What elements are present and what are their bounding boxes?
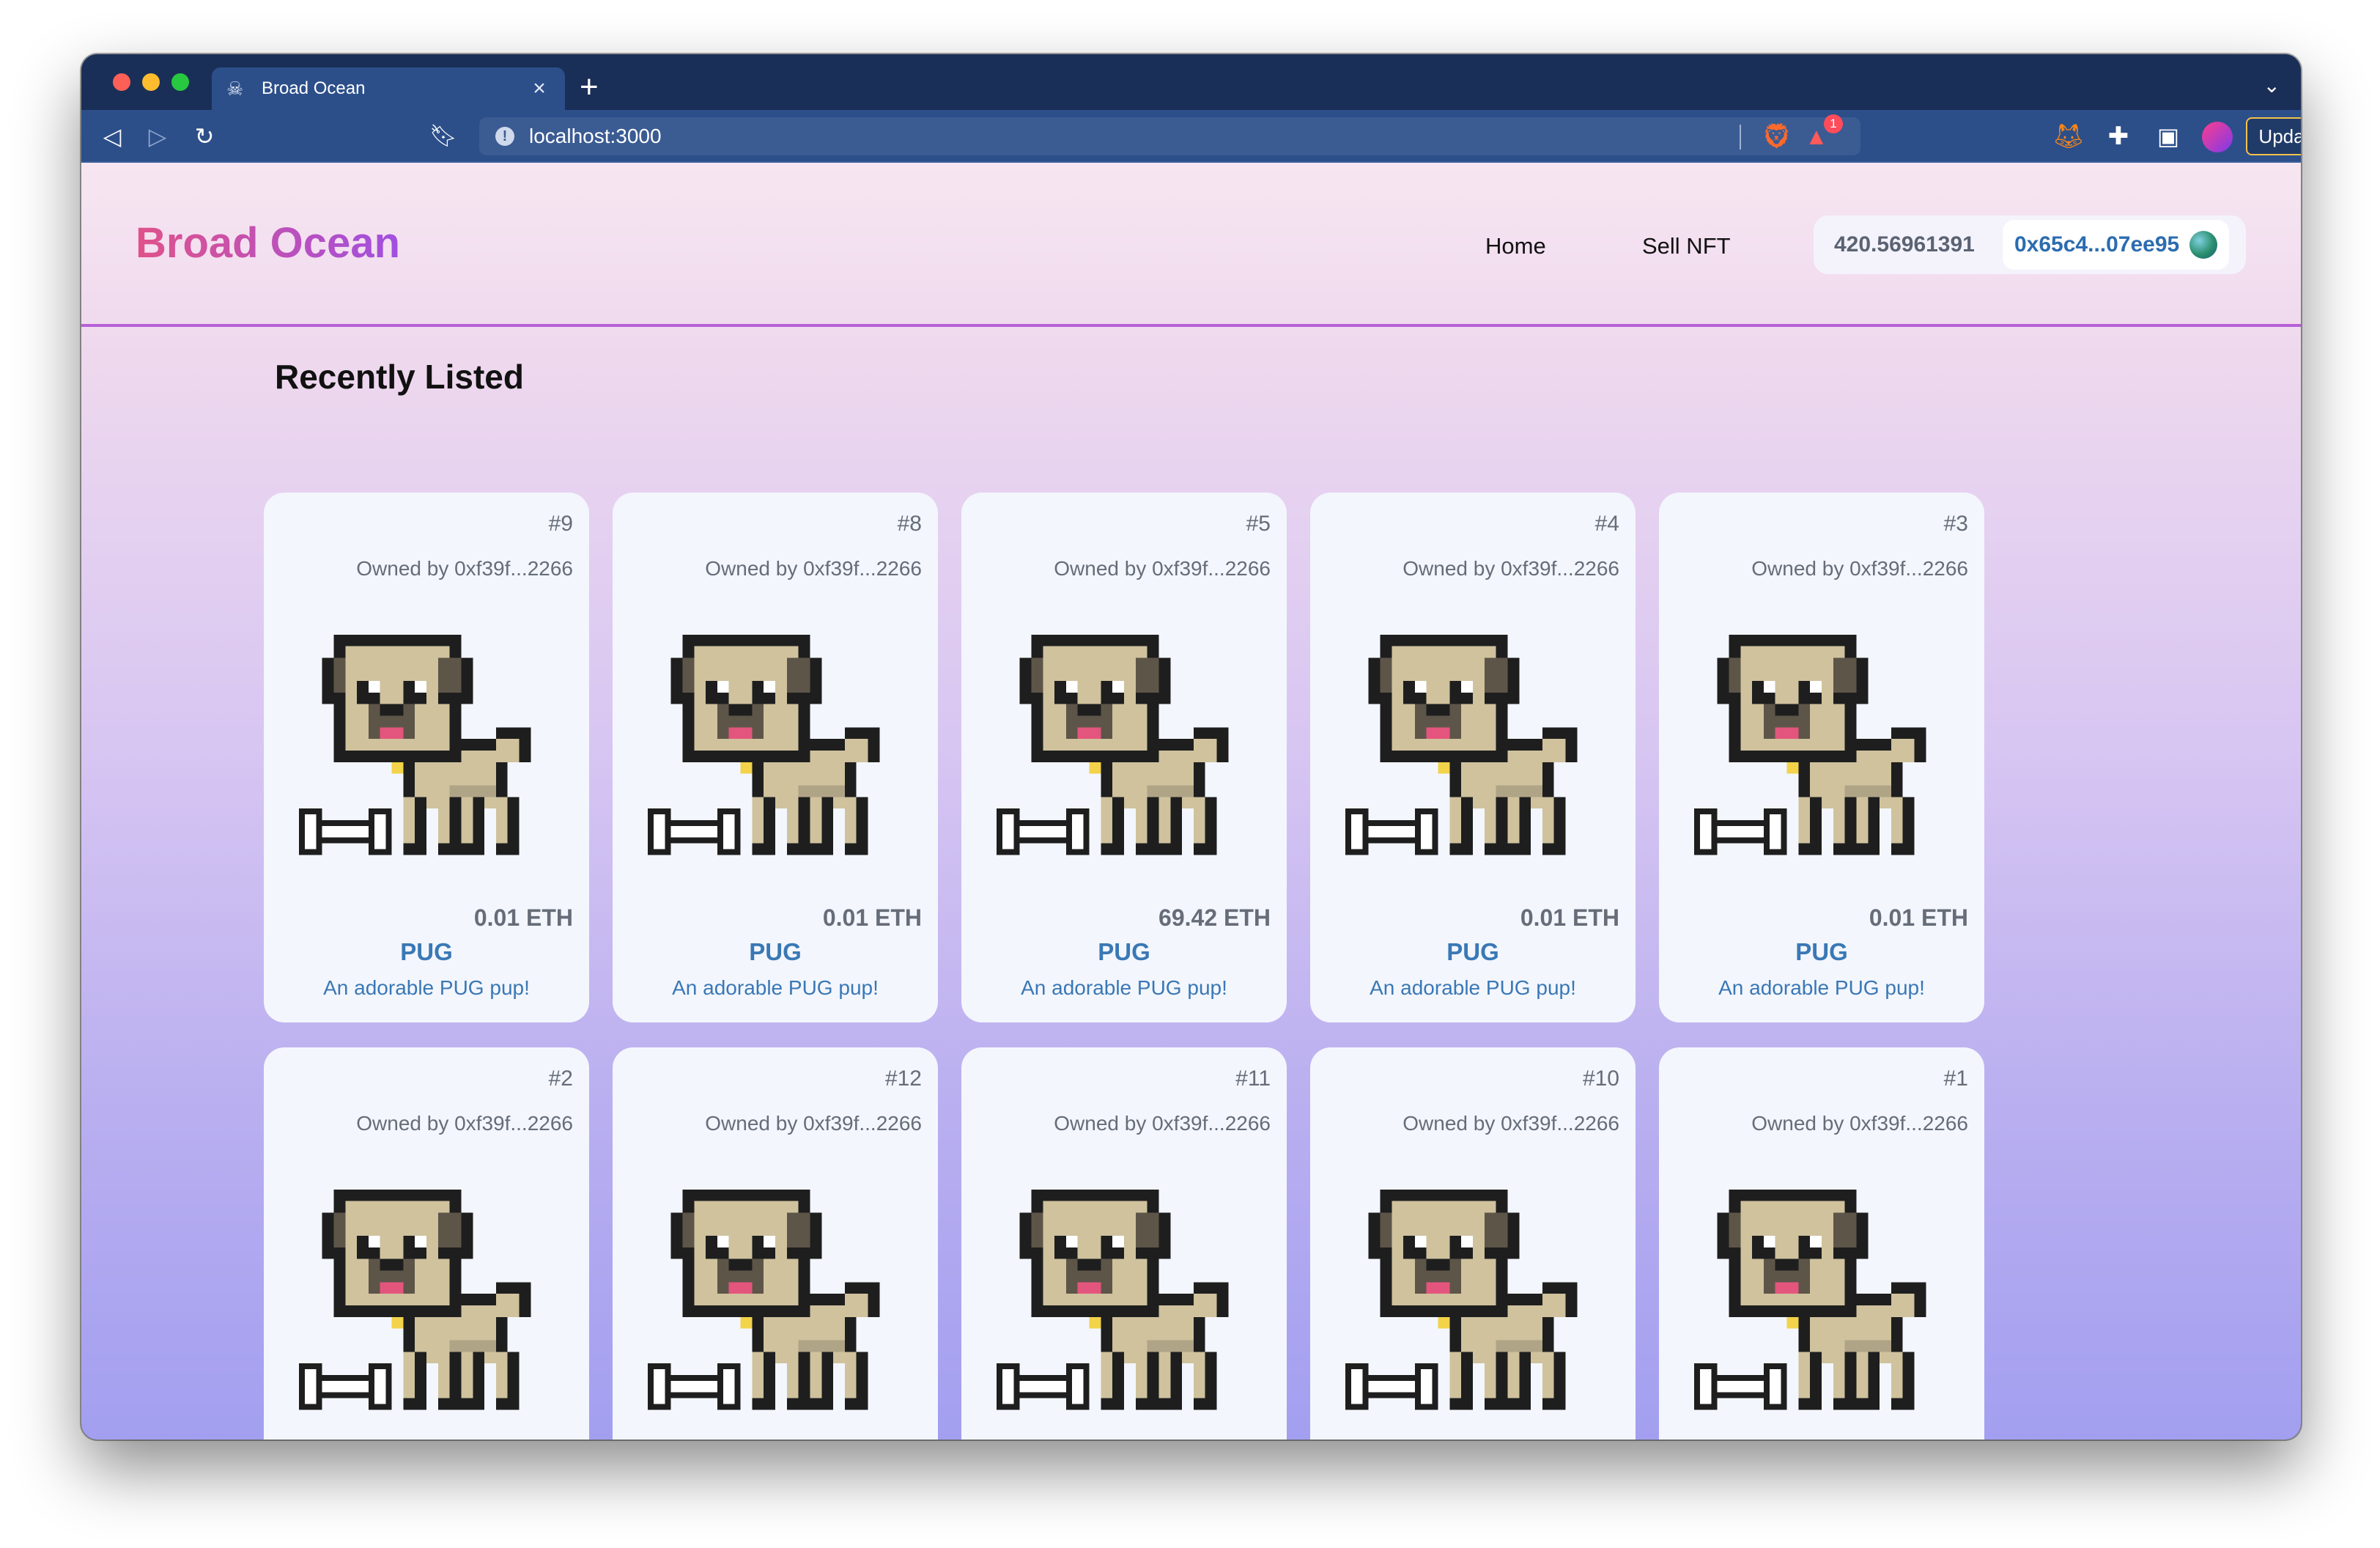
nft-name: PUG (1098, 938, 1150, 965)
nft-card[interactable]: #4 Owned by 0xf39f...2266 0.01 ETH PUG A… (1310, 493, 1636, 1022)
nft-name: PUG (1795, 938, 1848, 965)
nft-token-id: #11 (1235, 1066, 1271, 1091)
nft-card[interactable]: #11 Owned by 0xf39f...2266 (961, 1047, 1287, 1440)
bookmark-icon[interactable]: 🔖︎ (427, 120, 459, 152)
back-icon[interactable]: ◁ (96, 120, 128, 152)
nft-owner: Owned by 0xf39f...2266 (1054, 1112, 1271, 1135)
pug-nft-image (995, 623, 1253, 878)
nft-owner: Owned by 0xf39f...2266 (1751, 1112, 1968, 1135)
pug-nft-image (298, 1178, 555, 1433)
rewards-badge: 1 (1824, 114, 1843, 133)
account-address: 0x65c4...07ee95 (2014, 232, 2180, 257)
url-text: localhost:3000 (529, 125, 662, 147)
brand-logo-text[interactable]: Broad Ocean (136, 218, 400, 268)
nft-name: PUG (749, 938, 802, 965)
profile-avatar[interactable] (2202, 122, 2233, 152)
nft-token-id: #10 (1582, 1066, 1619, 1091)
metamask-fox-icon[interactable]: 🦊︎ (2052, 120, 2085, 152)
tab-title: Broad Ocean (262, 78, 366, 98)
nft-description: An adorable PUG pup! (672, 976, 879, 999)
nft-owner: Owned by 0xf39f...2266 (1402, 1112, 1619, 1135)
nft-card[interactable]: #10 Owned by 0xf39f...2266 (1310, 1047, 1636, 1440)
reload-icon[interactable]: ↻ (188, 120, 221, 152)
nft-price: 0.01 ETH (822, 904, 922, 931)
nft-name: PUG (1446, 938, 1499, 965)
nft-name: PUG (400, 938, 453, 965)
browser-toolbar: ◁ ▷ ↻ 🔖︎ ! localhost:3000 🦁︎ ▲ 1 🦊︎ ✚ ▣ … (81, 110, 2301, 163)
nav-home-link[interactable]: Home (1485, 233, 1546, 259)
nft-price: 69.42 ETH (1158, 904, 1271, 931)
browser-tab[interactable]: ☠ Broad Ocean × (212, 67, 565, 110)
account-address-button[interactable]: 0x65c4...07ee95 (2003, 220, 2230, 270)
nft-card[interactable]: #12 Owned by 0xf39f...2266 (613, 1047, 938, 1440)
nft-description: An adorable PUG pup! (323, 976, 530, 999)
extensions-puzzle-icon[interactable]: ✚ (2102, 120, 2135, 152)
nft-price: 0.01 ETH (1520, 904, 1619, 931)
page-content: Broad Ocean Home Sell NFT 420.56961391 0… (81, 163, 2301, 1440)
new-tab-icon[interactable]: + (580, 70, 599, 104)
nft-owner: Owned by 0xf39f...2266 (1402, 557, 1619, 580)
pug-nft-image (646, 1178, 904, 1433)
nft-card[interactable]: #5 Owned by 0xf39f...2266 69.42 ETH PUG … (961, 493, 1287, 1022)
nft-owner: Owned by 0xf39f...2266 (356, 557, 573, 580)
nft-token-id: #5 (1246, 512, 1271, 536)
nft-description: An adorable PUG pup! (1718, 976, 1925, 999)
url-divider (1740, 125, 1741, 150)
nft-token-id: #4 (1594, 512, 1619, 536)
nft-price: 0.01 ETH (1869, 904, 1968, 931)
pug-nft-image (995, 1178, 1253, 1433)
nft-token-id: #2 (548, 1066, 573, 1091)
close-tab-icon[interactable]: × (528, 76, 550, 101)
nft-card[interactable]: #1 Owned by 0xf39f...2266 (1659, 1047, 1984, 1440)
account-balance: 420.56961391 (1834, 232, 1975, 257)
pug-nft-image (1693, 1178, 1951, 1433)
update-button[interactable]: Update ☰ (2246, 117, 2301, 155)
nav-sell-nft-link[interactable]: Sell NFT (1642, 233, 1731, 259)
nft-token-id: #9 (548, 512, 573, 536)
section-title: Recently Listed (275, 358, 524, 396)
account-avatar-icon (2189, 231, 2218, 259)
site-header: Broad Ocean Home Sell NFT 420.56961391 0… (81, 163, 2301, 327)
nft-owner: Owned by 0xf39f...2266 (1751, 557, 1968, 580)
site-info-icon[interactable]: ! (495, 127, 514, 146)
pug-nft-image (1693, 623, 1951, 878)
nft-description: An adorable PUG pup! (1370, 976, 1576, 999)
tab-list-chevron-icon[interactable]: ⌄ (2263, 73, 2280, 97)
zoom-window-button[interactable] (171, 73, 189, 91)
nft-token-id: #1 (1943, 1066, 1968, 1091)
pug-nft-image (1344, 623, 1602, 878)
account-widget[interactable]: 420.56961391 0x65c4...07ee95 (1814, 215, 2246, 274)
brave-shields-icon[interactable]: 🦁︎ (1761, 120, 1792, 152)
nft-owner: Owned by 0xf39f...2266 (1054, 557, 1271, 580)
tab-strip: ☠ Broad Ocean × + ⌄ (81, 54, 2301, 110)
nft-card[interactable]: #9 Owned by 0xf39f...2266 0.01 ETH PUG A… (264, 493, 589, 1022)
close-window-button[interactable] (113, 73, 130, 91)
nft-owner: Owned by 0xf39f...2266 (705, 557, 922, 580)
nft-card[interactable]: #3 Owned by 0xf39f...2266 0.01 ETH PUG A… (1659, 493, 1984, 1022)
nft-owner: Owned by 0xf39f...2266 (356, 1112, 573, 1135)
address-bar[interactable]: ! localhost:3000 (479, 117, 1860, 155)
nft-grid: #9 Owned by 0xf39f...2266 0.01 ETH PUG A… (264, 493, 1984, 1440)
wallet-icon[interactable]: ▣ (2152, 120, 2184, 152)
nft-token-id: #12 (884, 1066, 922, 1091)
pug-nft-image (646, 623, 904, 878)
nft-token-id: #8 (897, 512, 922, 536)
nft-card[interactable]: #8 Owned by 0xf39f...2266 0.01 ETH PUG A… (613, 493, 938, 1022)
nft-card[interactable]: #2 Owned by 0xf39f...2266 (264, 1047, 589, 1440)
nft-owner: Owned by 0xf39f...2266 (705, 1112, 922, 1135)
skull-favicon-icon: ☠ (226, 78, 244, 100)
update-label: Update (2258, 125, 2301, 147)
nft-price: 0.01 ETH (473, 904, 573, 931)
pug-nft-image (298, 623, 555, 878)
browser-window: ☠ Broad Ocean × + ⌄ ◁ ▷ ↻ 🔖︎ ! localhost… (81, 54, 2301, 1440)
pug-nft-image (1344, 1178, 1602, 1433)
nft-token-id: #3 (1943, 512, 1968, 536)
forward-icon[interactable]: ▷ (141, 120, 174, 152)
minimize-window-button[interactable] (142, 73, 160, 91)
nft-description: An adorable PUG pup! (1021, 976, 1227, 999)
